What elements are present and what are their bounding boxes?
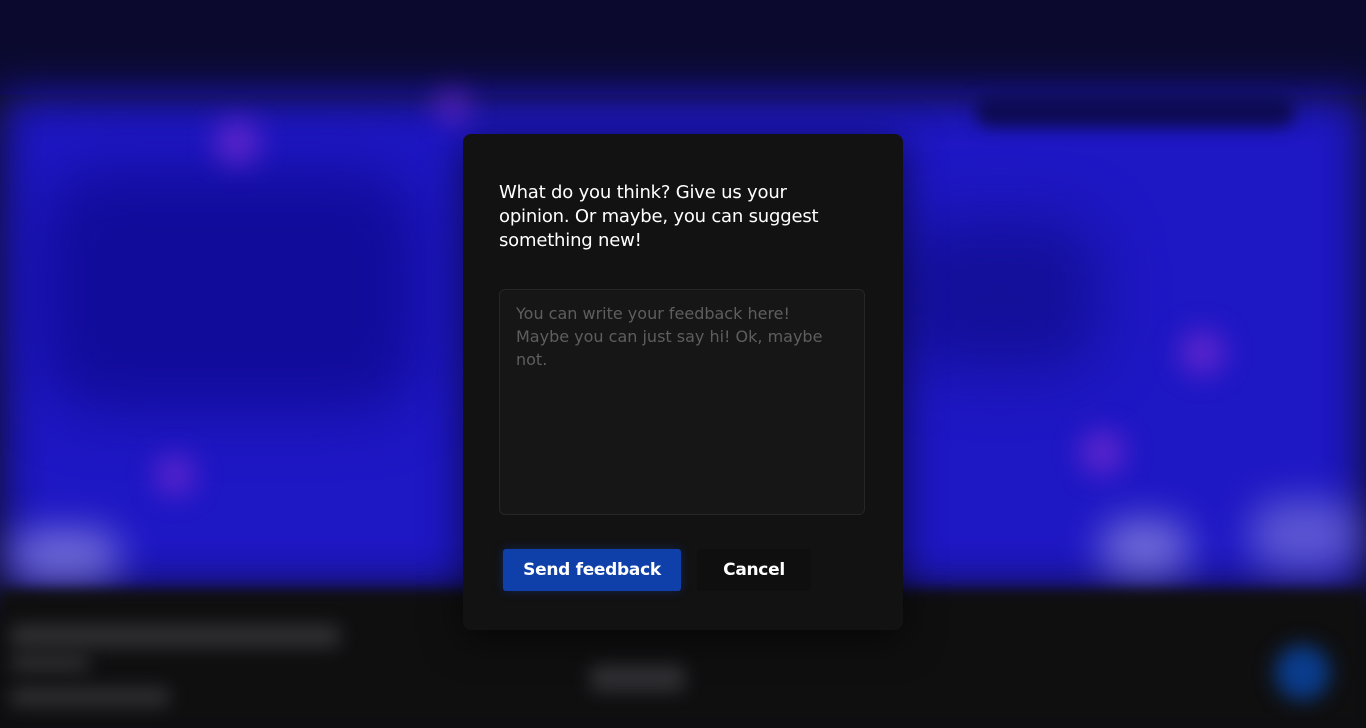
blurred-glow [1080, 430, 1125, 475]
blurred-glow [215, 120, 260, 165]
cancel-button[interactable]: Cancel [697, 549, 811, 591]
blurred-glow [155, 455, 195, 495]
blurred-text [10, 625, 340, 647]
blurred-text [590, 665, 685, 691]
blurred-text [10, 655, 90, 671]
blurred-glow [1180, 330, 1225, 375]
blurred-highlight [10, 530, 120, 580]
blurred-highlight [1100, 520, 1190, 575]
blurred-chat-button [1275, 645, 1330, 700]
blurred-hero-shape [40, 170, 420, 410]
blurred-header [0, 0, 1366, 95]
feedback-prompt: What do you think? Give us your opinion.… [499, 182, 819, 251]
send-feedback-button[interactable]: Send feedback [503, 549, 681, 591]
blurred-text [10, 688, 170, 706]
blurred-glow [435, 92, 470, 122]
blurred-hero-shape [900, 220, 1100, 370]
blurred-highlight [1250, 500, 1360, 570]
feedback-textarea[interactable] [499, 289, 865, 515]
feedback-dialog: What do you think? Give us your opinion.… [463, 134, 903, 630]
blurred-search-bar [975, 95, 1295, 127]
